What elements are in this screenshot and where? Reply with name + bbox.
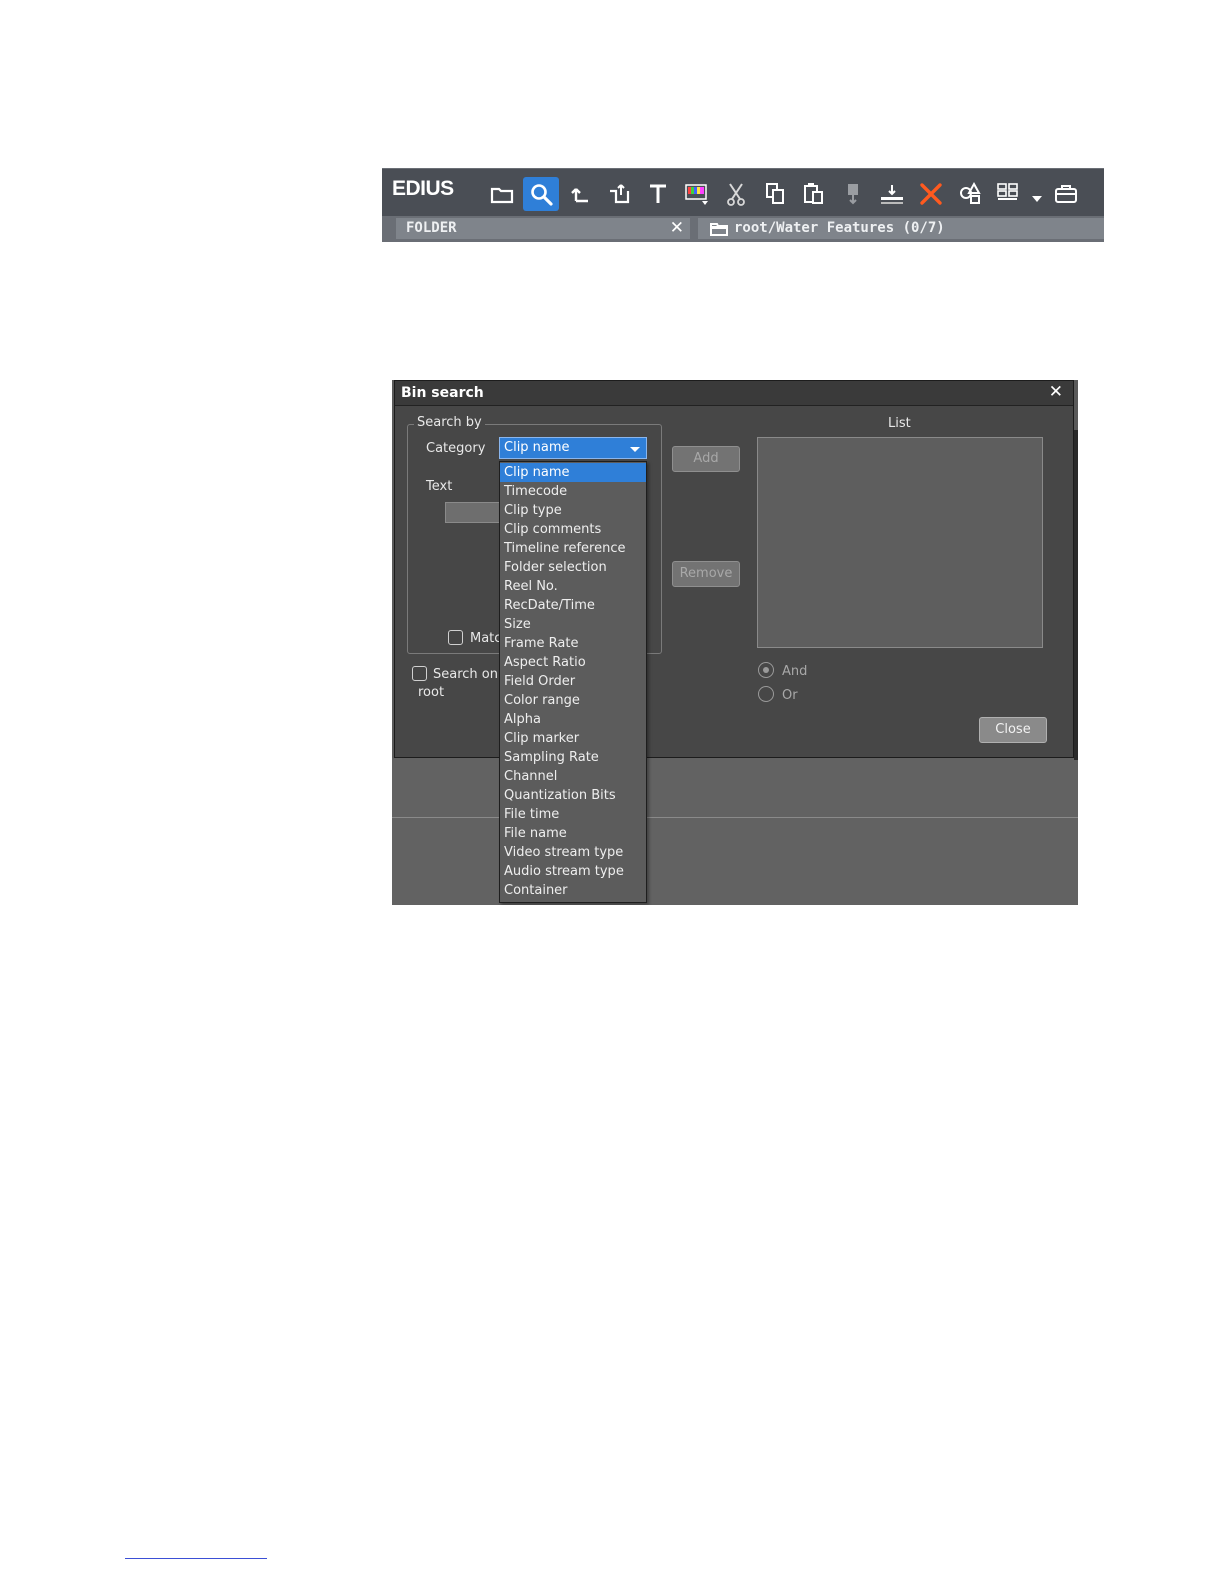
and-radio[interactable] (758, 662, 774, 678)
properties-icon[interactable] (952, 177, 988, 211)
remove-button[interactable]: Remove (672, 561, 740, 587)
bin-path-label: root/Water Features (0/7) (734, 220, 945, 236)
add-button[interactable]: Add (672, 446, 740, 472)
add-to-timeline-icon[interactable] (874, 177, 910, 211)
delete-icon[interactable] (913, 177, 949, 211)
category-option[interactable]: Clip marker (500, 729, 646, 748)
match-checkbox[interactable] (448, 630, 463, 645)
category-option[interactable]: Quantization Bits (500, 786, 646, 805)
category-option[interactable]: Size (500, 615, 646, 634)
category-option[interactable]: Clip name (500, 463, 646, 482)
category-option[interactable]: Field Order (500, 672, 646, 691)
footer-link-underline (125, 1558, 267, 1559)
category-option[interactable]: Timecode (500, 482, 646, 501)
folder-icon (710, 223, 728, 236)
category-option[interactable]: RecDate/Time (500, 596, 646, 615)
category-label: Category (426, 441, 486, 456)
close-icon[interactable]: ✕ (670, 218, 684, 239)
category-option[interactable]: Timeline reference (500, 539, 646, 558)
category-option[interactable]: Channel (500, 767, 646, 786)
or-label: Or (782, 688, 798, 703)
category-option[interactable]: File time (500, 805, 646, 824)
up-arrow-icon[interactable] (562, 177, 598, 211)
bin-search-dialog: Bin search ✕ Search by Category Text Mat… (394, 380, 1074, 903)
chevron-down-icon (630, 447, 640, 452)
category-option[interactable]: Clip type (500, 501, 646, 520)
chevron-down-icon[interactable] (1030, 177, 1044, 211)
toolbar-buttons (484, 177, 1087, 211)
dialog-titlebar: Bin search ✕ (395, 381, 1073, 406)
search-text-input[interactable] (445, 502, 505, 523)
category-select-value: Clip name (504, 440, 570, 455)
root-label: root (418, 685, 445, 700)
toolbox-icon[interactable] (1048, 177, 1084, 211)
category-select[interactable]: Clip name (499, 437, 647, 459)
radio-selected-dot (763, 667, 769, 673)
category-option[interactable]: Alpha (500, 710, 646, 729)
divider (392, 817, 1078, 818)
search-only-label: Search on (433, 667, 498, 682)
or-radio[interactable] (758, 686, 774, 702)
text-label: Text (426, 479, 453, 494)
divider (1074, 430, 1078, 760)
list-label: List (888, 416, 911, 431)
category-option[interactable]: Folder selection (500, 558, 646, 577)
edius-logo: EDIUS (392, 177, 454, 200)
category-option[interactable]: Audio stream type (500, 862, 646, 881)
close-button[interactable]: Close (979, 717, 1047, 743)
text-icon[interactable] (640, 177, 676, 211)
category-option[interactable]: Sampling Rate (500, 748, 646, 767)
bin-background (392, 758, 1078, 905)
category-option[interactable]: Container (500, 881, 646, 900)
view-toggle-icon[interactable] (991, 177, 1027, 211)
and-label: And (782, 664, 808, 679)
bin-path: root/Water Features (0/7) (698, 218, 1104, 239)
category-option[interactable]: Aspect Ratio (500, 653, 646, 672)
bin-search-screenshot: Bin search ✕ Search by Category Text Mat… (392, 380, 1078, 905)
category-option[interactable]: Clip comments (500, 520, 646, 539)
edius-bin-toolbar: EDIUS FOLDER ✕ root/Water Features (0/7) (382, 168, 1104, 242)
folder-tab-label: FOLDER (406, 220, 457, 236)
dialog-title: Bin search (401, 385, 484, 401)
paste-icon[interactable] (796, 177, 832, 211)
copy-icon[interactable] (757, 177, 793, 211)
add-folder-icon[interactable] (601, 177, 637, 211)
category-option[interactable]: Video stream type (500, 843, 646, 862)
search-by-label: Search by (414, 415, 485, 430)
marker-icon[interactable] (835, 177, 871, 211)
category-option[interactable]: File name (500, 824, 646, 843)
search-only-checkbox[interactable] (412, 666, 427, 681)
folder-tab[interactable]: FOLDER ✕ (396, 218, 690, 239)
close-icon[interactable]: ✕ (1049, 382, 1063, 402)
match-label: Matc (470, 631, 502, 646)
cut-icon[interactable] (718, 177, 754, 211)
condition-list[interactable] (757, 437, 1043, 648)
category-option[interactable]: Frame Rate (500, 634, 646, 653)
folder-icon[interactable] (484, 177, 520, 211)
category-dropdown: Clip name Timecode Clip type Clip comments T… (499, 461, 647, 903)
search-icon[interactable] (523, 177, 559, 211)
category-option[interactable]: Color range (500, 691, 646, 710)
color-bars-icon[interactable] (679, 177, 715, 211)
category-option[interactable]: Reel No. (500, 577, 646, 596)
